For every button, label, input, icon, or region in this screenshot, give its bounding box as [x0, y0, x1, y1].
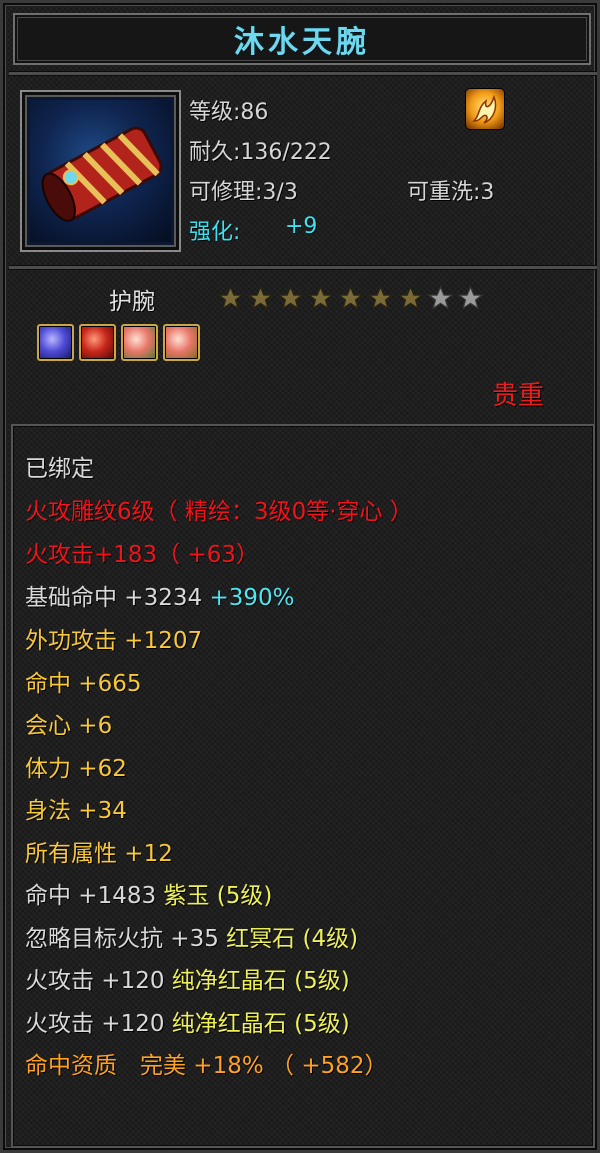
- attribute-panel: [11, 424, 595, 1148]
- gem-stat-line: 火攻击 +120 纯净红晶石 (5级): [25, 961, 350, 995]
- all-attributes-line: 所有属性 +12: [25, 841, 173, 867]
- base-hit-value: 基础命中 +3234: [25, 585, 203, 611]
- star-filled-icon: [307, 285, 334, 310]
- title-bar: 沐水天腕: [13, 13, 591, 65]
- red-gold-bracer-icon: [30, 100, 171, 242]
- pure-red-crystal-gem-icon[interactable]: [163, 324, 200, 361]
- gem-name: 纯净红晶石 (5级): [171, 1011, 350, 1037]
- star-filled-icon: [247, 285, 274, 310]
- enhance-value: +9: [285, 214, 318, 239]
- gem-stat-value: 火攻击 +120: [25, 1011, 165, 1037]
- enhance-label: 强化:: [189, 220, 241, 245]
- outer-attack-line: 外功攻击 +1207: [25, 628, 203, 654]
- gem-slots: [37, 324, 200, 361]
- red-dark-stone-gem-icon[interactable]: [79, 324, 116, 361]
- pure-red-crystal-gem-icon[interactable]: [121, 324, 158, 361]
- base-hit-percent: +390%: [209, 585, 295, 611]
- repair-value: 可修理:3/3: [189, 180, 298, 205]
- divider: [9, 265, 597, 270]
- hit-line: 命中 +665: [25, 671, 142, 697]
- engrave-line: 火攻雕纹6级（ 精绘：3级0等·穿心 ）: [25, 499, 413, 525]
- item-icon-frame: [20, 90, 181, 252]
- star-rating: [217, 285, 484, 312]
- gem-stat-value: 忽略目标火抗 +35: [25, 926, 219, 952]
- quality-label: 贵重: [492, 381, 545, 411]
- aptitude-line: 命中资质 完美 +18% （ +582）: [25, 1053, 388, 1079]
- item-tooltip: 沐水天腕 等级:86 耐久:136/222 可修理:3/3 可重洗:3 强化: …: [0, 0, 600, 1153]
- fire-element-icon: [466, 89, 504, 129]
- agility-line: 身法 +34: [25, 798, 127, 824]
- gem-stat-line: 忽略目标火抗 +35 红冥石 (4级): [25, 919, 358, 953]
- fire-attack-line: 火攻击+183（ +63）: [25, 542, 260, 568]
- crit-line: 会心 +6: [25, 713, 113, 739]
- item-type: 护腕: [109, 289, 155, 315]
- purple-jade-gem-icon[interactable]: [37, 324, 74, 361]
- gem-stat-line: 命中 +1483 紫玉 (5级): [25, 876, 272, 910]
- star-filled-icon: [367, 285, 394, 310]
- rewash-value: 可重洗:3: [407, 180, 495, 205]
- durability-value: 耐久:136/222: [189, 140, 332, 165]
- star-empty-icon: [457, 285, 484, 310]
- divider: [9, 71, 597, 76]
- level-value: 等级:86: [189, 100, 269, 125]
- bound-status: 已绑定: [25, 456, 94, 482]
- base-hit-line: 基础命中 +3234 +390%: [25, 578, 294, 612]
- gem-stat-line: 火攻击 +120 纯净红晶石 (5级): [25, 1004, 350, 1038]
- gem-stat-value: 命中 +1483: [25, 883, 157, 909]
- gem-name: 红冥石 (4级): [226, 926, 359, 952]
- gem-name: 纯净红晶石 (5级): [171, 968, 350, 994]
- item-name: 沐水天腕: [234, 25, 370, 60]
- gem-name: 紫玉 (5级): [163, 883, 273, 909]
- stamina-line: 体力 +62: [25, 756, 127, 782]
- star-filled-icon: [277, 285, 304, 310]
- star-filled-icon: [397, 285, 424, 310]
- star-empty-icon: [427, 285, 454, 310]
- gem-stat-value: 火攻击 +120: [25, 968, 165, 994]
- star-filled-icon: [217, 285, 244, 310]
- star-filled-icon: [337, 285, 364, 310]
